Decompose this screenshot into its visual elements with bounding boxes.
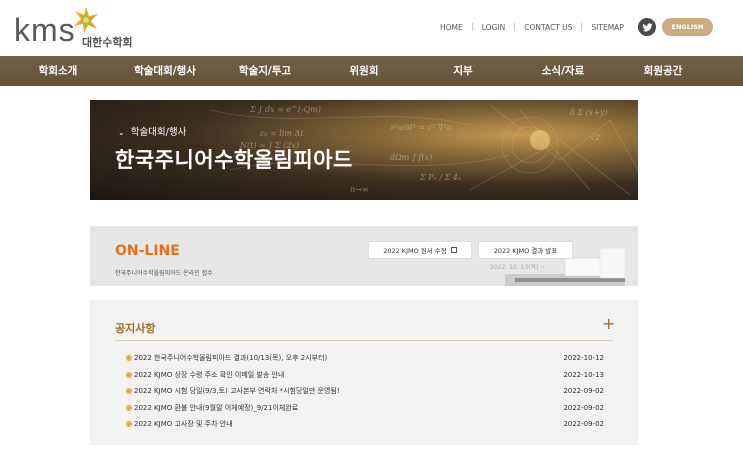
- banner-breadcrumb: ⌄ 학술대회/행사: [118, 127, 187, 138]
- nav-item-branches[interactable]: 지부: [453, 56, 472, 86]
- edit-application-button[interactable]: 2022 KJMO 원서 수정: [368, 241, 472, 259]
- login-link[interactable]: LOGIN: [482, 23, 505, 32]
- results-button[interactable]: 2022 KJMO 결과 발표: [478, 241, 573, 259]
- notice-board: 공지사항 + 2022 한국주니어수학올림피아드 결과(10/13(목), 오후…: [90, 300, 638, 445]
- utility-links: HOME LOGIN CONTACT US SITEMAP: [440, 20, 624, 34]
- home-link[interactable]: HOME: [440, 23, 463, 32]
- nav-item-news[interactable]: 소식/자료: [542, 56, 584, 86]
- notice-text[interactable]: 2022 한국주니어수학올림피아드 결과(10/13(목), 오후 2시부터): [134, 353, 327, 363]
- twitter-button[interactable]: [638, 18, 656, 36]
- plus-icon[interactable]: +: [602, 316, 615, 332]
- svg-text:Σ Pₙ / Σ 4ₙ: Σ Pₙ / Σ 4ₙ: [419, 173, 461, 182]
- notice-date: 2022-10-12: [563, 354, 604, 363]
- sitemap-link[interactable]: SITEMAP: [591, 23, 623, 32]
- page-banner: Σ ∫ dx = e^(-Qm) ε₀ = lim Δt N(t) = ∫ Σ …: [90, 100, 638, 200]
- notice-date: 2022-10-13: [563, 370, 604, 379]
- notice-text[interactable]: 2022 KJMO 상장 수령 주소 확인 이메일 발송 안내: [134, 370, 284, 380]
- site-header: kms 대한수학회 HOME LOGIN CONTACT US SITEMAP …: [0, 0, 743, 56]
- bullet-icon: [126, 388, 132, 395]
- link-divider: [581, 23, 583, 31]
- link-divider: [471, 23, 473, 31]
- list-item[interactable]: 2022 KJMO 시험 당일(9/3,토) 고사본부 연락처 *시험당일만 운…: [126, 383, 604, 400]
- svg-text:δ Σ (x+y): δ Σ (x+y): [570, 108, 608, 117]
- svg-text:Σ ∫ dx = e^(-Qm): Σ ∫ dx = e^(-Qm): [249, 105, 321, 114]
- list-item[interactable]: 2022 KJMO 환불 안내(9월말 이체예정)_9/21이체완료 2022-…: [126, 400, 604, 417]
- nav-item-about[interactable]: 학회소개: [39, 56, 78, 86]
- list-item[interactable]: 2022 KJMO 상장 수령 주소 확인 이메일 발송 안내 2022-10-…: [126, 367, 604, 384]
- main-nav: 학회소개 학술대회/행사 학술지/투고 위원회 지부 소식/자료 회원공간: [0, 56, 743, 86]
- logo-wordmark: kms: [14, 12, 76, 48]
- notice-text[interactable]: 2022 KJMO 고사장 및 주차 안내: [134, 419, 233, 429]
- notice-text[interactable]: 2022 KJMO 환불 안내(9월말 이체예정)_9/21이체완료: [134, 403, 298, 413]
- kms-logo[interactable]: kms 대한수학회: [14, 6, 144, 52]
- bullet-icon: [126, 371, 132, 378]
- bullet-icon: [126, 404, 132, 411]
- chevron-down-icon: ⌄: [118, 128, 125, 137]
- twitter-icon: [641, 22, 653, 31]
- notice-date: 2022-09-02: [563, 403, 604, 412]
- contact-us-link[interactable]: CONTACT US: [524, 23, 572, 32]
- notice-divider: [115, 340, 613, 341]
- svg-text:ε₀ = lim Δt: ε₀ = lim Δt: [260, 129, 304, 138]
- list-item[interactable]: 2022 한국주니어수학올림피아드 결과(10/13(목), 오후 2시부터) …: [126, 350, 604, 367]
- nav-item-events[interactable]: 학술대회/행사: [134, 56, 196, 86]
- link-divider: [514, 23, 516, 31]
- notice-list: 2022 한국주니어수학올림피아드 결과(10/13(목), 오후 2시부터) …: [126, 350, 604, 433]
- notice-date: 2022-09-02: [563, 420, 604, 429]
- nav-item-journals[interactable]: 학술지/투고: [239, 56, 291, 86]
- nav-item-committees[interactable]: 위원회: [350, 56, 379, 86]
- online-subtitle: 한국주니어수학올림피아드 온라인 접수: [115, 270, 213, 277]
- notice-date: 2022-09-02: [563, 387, 604, 396]
- svg-text:∂²u/∂t² = c² ∇²u: ∂²u/∂t² = c² ∇²u: [390, 123, 452, 132]
- notice-title: 공지사항: [115, 322, 156, 335]
- page-title: 한국주니어수학올림피아드: [115, 148, 353, 172]
- nav-item-members[interactable]: 회원공간: [644, 56, 683, 86]
- online-title: ON-LINE: [115, 243, 180, 259]
- bullet-icon: [126, 355, 132, 362]
- external-link-icon: [450, 247, 457, 253]
- svg-text:√2: √2: [590, 133, 600, 142]
- bullet-icon: [126, 421, 132, 428]
- svg-text:n→∞: n→∞: [350, 185, 369, 194]
- english-button[interactable]: ENGLISH: [662, 18, 713, 36]
- list-item[interactable]: 2022 KJMO 고사장 및 주차 안내 2022-09-02: [126, 416, 604, 433]
- online-date-note: 2022. 10. 13(목) ~: [490, 264, 546, 271]
- svg-text:dΩm ∫ f(x): dΩm ∫ f(x): [390, 153, 432, 162]
- logo-korean: 대한수학회: [82, 36, 133, 49]
- logo-star-icon: [74, 7, 98, 33]
- notice-text[interactable]: 2022 KJMO 시험 당일(9/3,토) 고사본부 연락처 *시험당일만 운…: [134, 386, 340, 396]
- online-registration-box: ON-LINE 한국주니어수학올림피아드 온라인 접수 2022. 10. 13…: [90, 226, 638, 286]
